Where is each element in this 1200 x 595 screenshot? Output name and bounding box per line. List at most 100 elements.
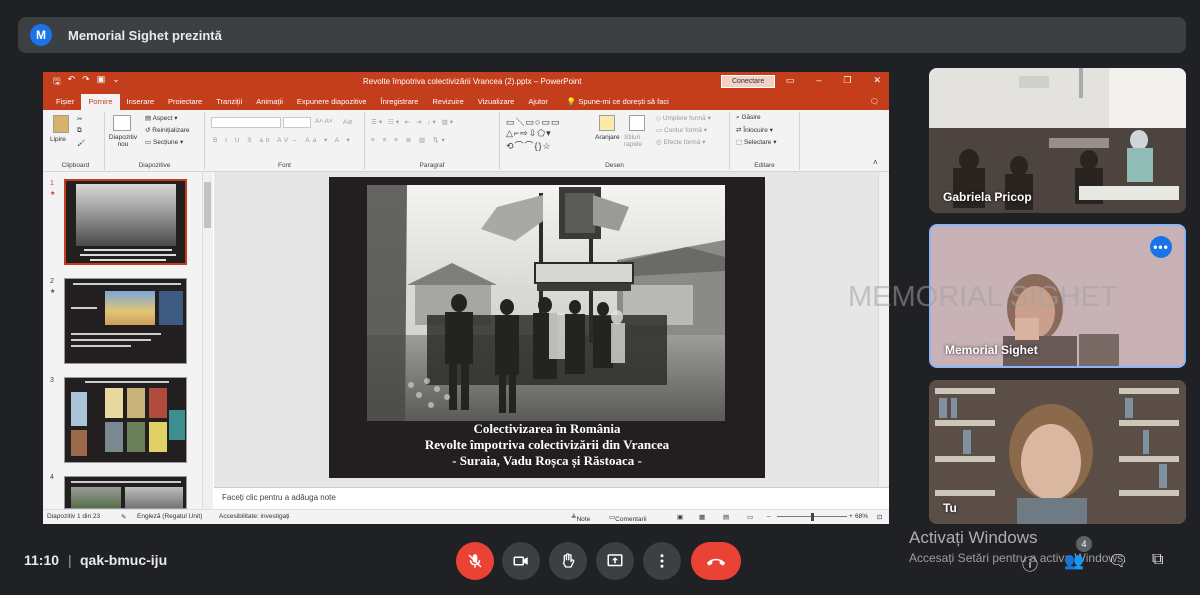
group-editing: ⌕ Găsire ⇄ Înlocuire ▾ ⬚ Selectare ▾ Edi… xyxy=(730,112,800,170)
close-icon[interactable]: ✕ xyxy=(873,75,881,86)
list-buttons[interactable]: ☰▾ ☷▾ ⇤ ⇥ ↕▾ ▥▾ xyxy=(371,118,455,126)
mic-off-button[interactable] xyxy=(456,542,494,580)
paste-icon[interactable] xyxy=(53,115,69,133)
customize-icon[interactable]: ⌄ xyxy=(112,74,120,90)
meeting-details-icon[interactable]: ⓘ xyxy=(1022,551,1038,575)
notes-toggle[interactable]: ≜ Note xyxy=(571,513,590,523)
redo-icon[interactable]: ↷ xyxy=(82,74,90,90)
select-button[interactable]: ⬚ Selectare ▾ xyxy=(736,138,777,146)
paste-button[interactable]: Lipire xyxy=(50,136,66,143)
connect-button[interactable]: Conectare xyxy=(721,75,776,88)
notes-pane[interactable]: Faceți clic pentru a adăuga note xyxy=(214,487,889,509)
accessibility-status[interactable]: Accesibilitate: investigați xyxy=(219,513,289,520)
layout-button[interactable]: ▤ Aspect ▾ xyxy=(145,114,178,122)
participant-name: Gabriela Pricop xyxy=(943,190,1032,204)
raise-hand-button[interactable] xyxy=(549,542,587,580)
present-icon[interactable]: ▣ xyxy=(97,74,106,90)
slide-thumbnail-1[interactable] xyxy=(64,179,187,265)
tell-me-search[interactable]: 💡 Spune-mi ce dorești să faci xyxy=(563,94,673,110)
participant-tile-self[interactable]: Tu xyxy=(929,380,1186,524)
tab-home[interactable]: Pornire xyxy=(81,94,120,110)
slide-thumbnail-4[interactable] xyxy=(64,476,187,509)
shape-fill-button[interactable]: ◇ Umplere formă ▾ xyxy=(656,114,711,122)
zoom-slider-thumb[interactable] xyxy=(811,513,814,521)
chat-icon[interactable]: 🗨 xyxy=(1108,551,1128,571)
find-button[interactable]: ⌕ Găsire xyxy=(736,114,761,122)
format-painter-icon[interactable]: 🖌 xyxy=(77,139,85,147)
tab-slideshow[interactable]: Expunere diapozitive xyxy=(290,94,374,110)
font-size-field[interactable] xyxy=(283,117,311,128)
collapse-ribbon-icon[interactable]: ˄ xyxy=(873,158,878,167)
slide-thumbnails-pane: 1 ★ 2 ★ 3 4 xyxy=(43,172,213,509)
arrange-icon[interactable] xyxy=(599,115,615,131)
new-slide-button[interactable]: Diapozitiv nou xyxy=(108,134,138,148)
grow-font-icon[interactable]: A˄ A˅ xyxy=(315,118,333,125)
more-options-icon[interactable]: ••• xyxy=(1150,236,1172,258)
tab-design[interactable]: Proiectare xyxy=(161,94,209,110)
quick-styles-icon[interactable] xyxy=(629,115,645,131)
more-vert-icon xyxy=(660,554,664,568)
people-icon[interactable]: 👥 xyxy=(1064,551,1084,571)
tab-animations[interactable]: Animații xyxy=(249,94,290,110)
shapes-gallery[interactable]: ▭＼▭○▭▭ △⌐⇨⇩⬠▾ ⟲⌒⌒{}☆ xyxy=(506,115,560,152)
tab-insert[interactable]: Inserare xyxy=(120,94,162,110)
shape-effects-button[interactable]: ◎ Efecte formă ▾ xyxy=(656,138,705,146)
sorter-view-icon[interactable]: ▦ xyxy=(699,513,705,521)
tab-transitions[interactable]: Tranziții xyxy=(209,94,249,110)
thumbnail-text-line xyxy=(73,283,181,285)
ribbon-options-icon[interactable]: ▭ xyxy=(786,75,795,86)
tab-view[interactable]: Vizualizare xyxy=(471,94,522,110)
reset-button[interactable]: ↺ Reinițializare xyxy=(145,126,189,134)
tab-file[interactable]: Fișier xyxy=(49,94,81,110)
normal-view-icon[interactable]: ▣ xyxy=(677,513,683,521)
participant-tile-gabriela[interactable]: Gabriela Pricop xyxy=(929,68,1186,213)
comments-toggle[interactable]: ▭ Comentarii xyxy=(609,513,647,523)
zoom-out-icon[interactable]: – xyxy=(767,513,771,520)
font-name-field[interactable] xyxy=(211,117,281,128)
cut-icon[interactable]: ✂ xyxy=(77,115,82,123)
maximize-icon[interactable]: ❐ xyxy=(843,75,851,86)
tab-review[interactable]: Revizuire xyxy=(425,94,470,110)
slide-thumbnail-3[interactable] xyxy=(64,377,187,463)
activities-icon[interactable]: ⧉ xyxy=(1152,551,1163,569)
align-buttons[interactable]: ≡ ≡ ≡ ≣ ▥ ⇅▾ xyxy=(371,136,448,144)
present-button[interactable] xyxy=(596,542,634,580)
current-slide[interactable]: Colectivizarea în România Revolte împotr… xyxy=(329,177,765,478)
save-icon[interactable]: 🖫 xyxy=(53,74,61,90)
presenter-avatar: M xyxy=(30,24,52,46)
spellcheck-icon[interactable]: ✎ xyxy=(121,513,126,521)
leave-call-button[interactable] xyxy=(691,542,741,580)
slideshow-view-icon[interactable]: ▭ xyxy=(747,513,753,521)
clear-format-icon[interactable]: A⊘ xyxy=(343,118,353,126)
tab-record[interactable]: Înregistrare xyxy=(374,94,426,110)
reading-view-icon[interactable]: ▤ xyxy=(723,513,729,521)
slide-thumbnail-2[interactable] xyxy=(64,278,187,364)
tab-help[interactable]: Ajutor xyxy=(521,94,555,110)
minimize-icon[interactable]: – xyxy=(816,75,821,86)
editing-group-label: Editare xyxy=(754,162,775,169)
undo-icon[interactable]: ↶ xyxy=(68,74,76,90)
replace-button[interactable]: ⇄ Înlocuire ▾ xyxy=(736,126,773,134)
comments-icon[interactable]: 🗨 xyxy=(869,97,879,110)
shape-effects-label: Efecte formă xyxy=(663,139,701,146)
new-slide-icon[interactable] xyxy=(113,115,131,131)
font-style-buttons[interactable]: B I U S ab AV⇔ Aa ▾ A ▾ xyxy=(213,136,353,144)
more-options-button[interactable] xyxy=(643,542,681,580)
quick-styles-button[interactable]: Stiluri rapide xyxy=(624,134,650,148)
shape-outline-button[interactable]: ▭ Contur formă ▾ xyxy=(656,126,707,134)
editor-scrollbar[interactable] xyxy=(878,172,889,487)
replace-label: Înlocuire xyxy=(743,127,768,134)
zoom-in-icon[interactable]: + xyxy=(849,513,853,520)
thumbnails-scrollbar[interactable] xyxy=(202,172,212,509)
status-bar: Diapozitiv 1 din 23 ✎ Engleză (Regatul U… xyxy=(43,509,889,524)
hand-icon xyxy=(562,553,575,568)
arrange-button[interactable]: Aranjare xyxy=(595,134,620,141)
camera-button[interactable] xyxy=(502,542,540,580)
zoom-level[interactable]: 68% xyxy=(855,513,868,520)
copy-icon[interactable]: ⧉ xyxy=(77,127,82,135)
language-status[interactable]: Engleză (Regatul Unit) xyxy=(137,513,202,520)
fit-slide-icon[interactable]: ⊡ xyxy=(877,513,882,521)
section-button[interactable]: ▭ Secțiune ▾ xyxy=(145,138,183,146)
scroll-thumb[interactable] xyxy=(204,182,211,228)
star-icon: ★ xyxy=(50,289,56,295)
